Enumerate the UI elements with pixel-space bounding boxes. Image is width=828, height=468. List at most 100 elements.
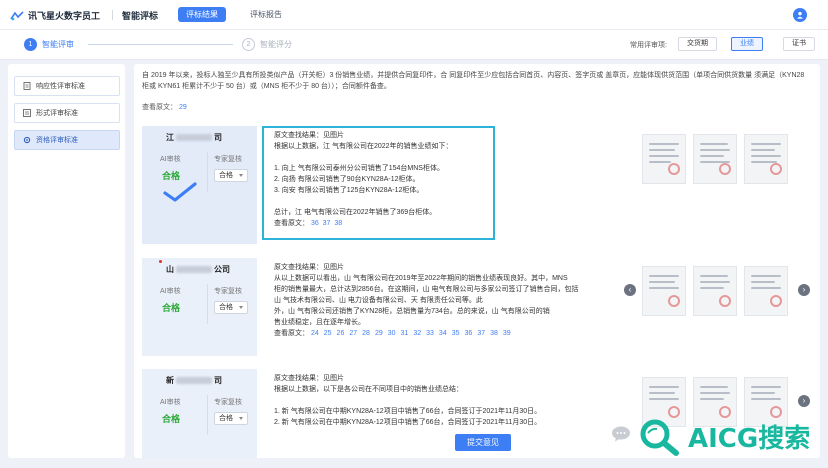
prev-image-button[interactable]: ‹ [624, 284, 636, 296]
ref-link[interactable]: 39 [503, 330, 511, 337]
checkmark-icon [163, 182, 197, 202]
document-icon [23, 82, 31, 90]
ref-link[interactable]: 35 [452, 330, 460, 337]
text-line: 原文查找结果：见图片 [274, 375, 344, 382]
sidebar-item-form[interactable]: 形式评审标准 [14, 103, 120, 123]
ai-result: 合格 [162, 414, 181, 424]
ref-label: 查看原文： [274, 220, 309, 227]
watermark: AICG搜索 [630, 405, 828, 468]
text-line: 原文查找结果：见图片 [274, 132, 344, 139]
brand-name: 讯飞星火数字员工 [28, 11, 101, 21]
sidebar-item-label: 形式评审标准 [36, 110, 78, 117]
ref-link[interactable]: 24 [311, 330, 319, 337]
bidder-card: 江司 AI审核 专家复核 合格 合格 原文查找结果：见图片 根据以上数据，江 气… [142, 126, 812, 244]
list-icon [23, 109, 31, 117]
vertical-divider [207, 395, 208, 435]
text-line: 原文查找结果：见图片 [274, 264, 344, 271]
avatar[interactable] [793, 8, 807, 22]
contract-thumbnail[interactable] [744, 134, 788, 184]
expert-review-select[interactable]: 合格 [214, 169, 248, 182]
expert-review-label: 专家复核 [214, 156, 242, 163]
text-line: 2. 向扬 有限公司销售了90台KYN28A-12柜体。 [274, 176, 420, 183]
spark-logo-icon [10, 10, 24, 20]
contract-thumbnail[interactable] [693, 266, 737, 316]
app-title: 智能评标 [122, 11, 159, 21]
ref-link[interactable]: 32 [413, 330, 421, 337]
contract-thumbnail[interactable] [642, 134, 686, 184]
ref-link[interactable]: 29 [375, 330, 383, 337]
step-smart-review[interactable]: 1 智能评审 [24, 38, 74, 51]
ref-link[interactable]: 25 [324, 330, 332, 337]
contract-thumbnail[interactable] [642, 266, 686, 316]
ref-label: 查看原文： [274, 330, 309, 337]
ref-link[interactable]: 37 [323, 220, 331, 227]
ref-label: 查看原文： [142, 104, 177, 111]
sidebar-item-label: 资格评审标准 [36, 137, 78, 144]
ref-link[interactable]: 38 [334, 220, 342, 227]
image-gallery [642, 266, 788, 316]
step-number: 1 [24, 38, 37, 51]
ref-link[interactable]: 29 [179, 104, 187, 111]
main-panel: 自 2019 年以来，投标人独至少具有所投类似产品（开关柜）3 份销售业绩，并提… [134, 64, 820, 458]
quick-certificate-button[interactable]: 证书 [783, 37, 815, 51]
quick-performance-button[interactable]: 业绩 [731, 37, 763, 51]
vertical-divider [207, 284, 208, 324]
text-line: 柜的销售量最大，总计达到2856台。在这期间，山 电气有限公司与多家公司签订了销… [274, 286, 579, 293]
ai-review-label: AI审核 [160, 288, 181, 295]
magnifier-logo-icon [640, 419, 679, 456]
ref-link[interactable]: 27 [349, 330, 357, 337]
required-dot [159, 260, 162, 263]
ref-link[interactable]: 36 [465, 330, 473, 337]
text-line: 1. 新 气有限公司在中期KYN28A-12项目中销售了66台，合同签订于202… [274, 408, 542, 415]
requirement-text: 自 2019 年以来，投标人独至少具有所投类似产品（开关柜）3 份销售业绩，并提… [142, 72, 805, 90]
expert-review-select[interactable]: 合格 [214, 301, 248, 314]
submit-opinion-button[interactable]: 提交意见 [455, 434, 511, 451]
watermark-text: AICG搜索 [688, 424, 811, 454]
user-icon [797, 11, 803, 19]
header-divider [112, 10, 113, 20]
expert-review-label: 专家复核 [214, 399, 242, 406]
ref-link[interactable]: 28 [362, 330, 370, 337]
text-line: 从以上数据可以看出，山 气有限公司在2019年至2022年期间的销售业绩表现良好… [274, 275, 568, 282]
next-image-button[interactable]: › [798, 284, 810, 296]
expert-review-select[interactable]: 合格 [214, 412, 248, 425]
sidebar: 响应性评审标准 形式评审标准 资格评审标准 [8, 64, 125, 458]
step-smart-scoring[interactable]: 2 智能评分 [242, 38, 292, 51]
step-label: 智能评分 [260, 40, 292, 49]
chat-icon[interactable] [611, 426, 631, 442]
ref-link[interactable]: 36 [311, 220, 319, 227]
text-line [274, 395, 614, 406]
tab-evaluation-result[interactable]: 评标结果 [178, 7, 226, 22]
expert-review-label: 专家复核 [214, 288, 242, 295]
ref-link[interactable]: 31 [401, 330, 409, 337]
requirement-ref: 查看原文： 29 [142, 102, 187, 112]
tab-evaluation-report[interactable]: 评标报告 [242, 7, 290, 22]
bidder-card: 山公司 AI审核 专家复核 合格 合格 原文查找结果：见图片 从以上数据可以看出… [142, 258, 812, 356]
ref-link[interactable]: 30 [388, 330, 396, 337]
contract-thumbnail[interactable] [693, 134, 737, 184]
bidder-summary: 新司 AI审核 专家复核 合格 合格 [142, 369, 257, 458]
company-name: 江司 [166, 133, 222, 142]
ref-link[interactable]: 38 [490, 330, 498, 337]
bidder-summary: 山公司 AI审核 专家复核 合格 合格 [142, 258, 257, 356]
company-name: 山公司 [166, 265, 230, 274]
step-connector [88, 44, 233, 45]
text-line: 山 气技术有限公司、山 电力设备有限公司、天 有限责任公司等。此 [274, 297, 483, 304]
text-line: 根据以上数据，江 气有限公司在2022年的销售业绩如下： [274, 143, 453, 150]
text-line: 总计，江 电气有限公司在2022年销售了369台柜体。 [274, 209, 437, 216]
top-bar: 讯飞星火数字员工 智能评标 评标结果 评标报告 [0, 0, 828, 30]
sidebar-item-label: 响应性评审标准 [36, 83, 85, 90]
ref-link[interactable]: 34 [439, 330, 447, 337]
brand-logo[interactable]: 讯飞星火数字员工 [10, 9, 100, 22]
text-line: 根据以上数据，以下是各公司在不同项目中的销售业绩总结： [274, 386, 463, 393]
contract-thumbnail[interactable] [744, 266, 788, 316]
evidence-text: 原文查找结果：见图片 从以上数据可以看出，山 气有限公司在2019年至2022年… [274, 262, 614, 339]
sidebar-item-qualification[interactable]: 资格评审标准 [14, 130, 120, 150]
quick-delivery-button[interactable]: 交货期 [678, 37, 717, 51]
ref-link[interactable]: 26 [337, 330, 345, 337]
text-line [274, 152, 489, 163]
sidebar-item-responsiveness[interactable]: 响应性评审标准 [14, 76, 120, 96]
ref-link[interactable]: 33 [426, 330, 434, 337]
text-line [274, 196, 489, 207]
ref-link[interactable]: 37 [477, 330, 485, 337]
